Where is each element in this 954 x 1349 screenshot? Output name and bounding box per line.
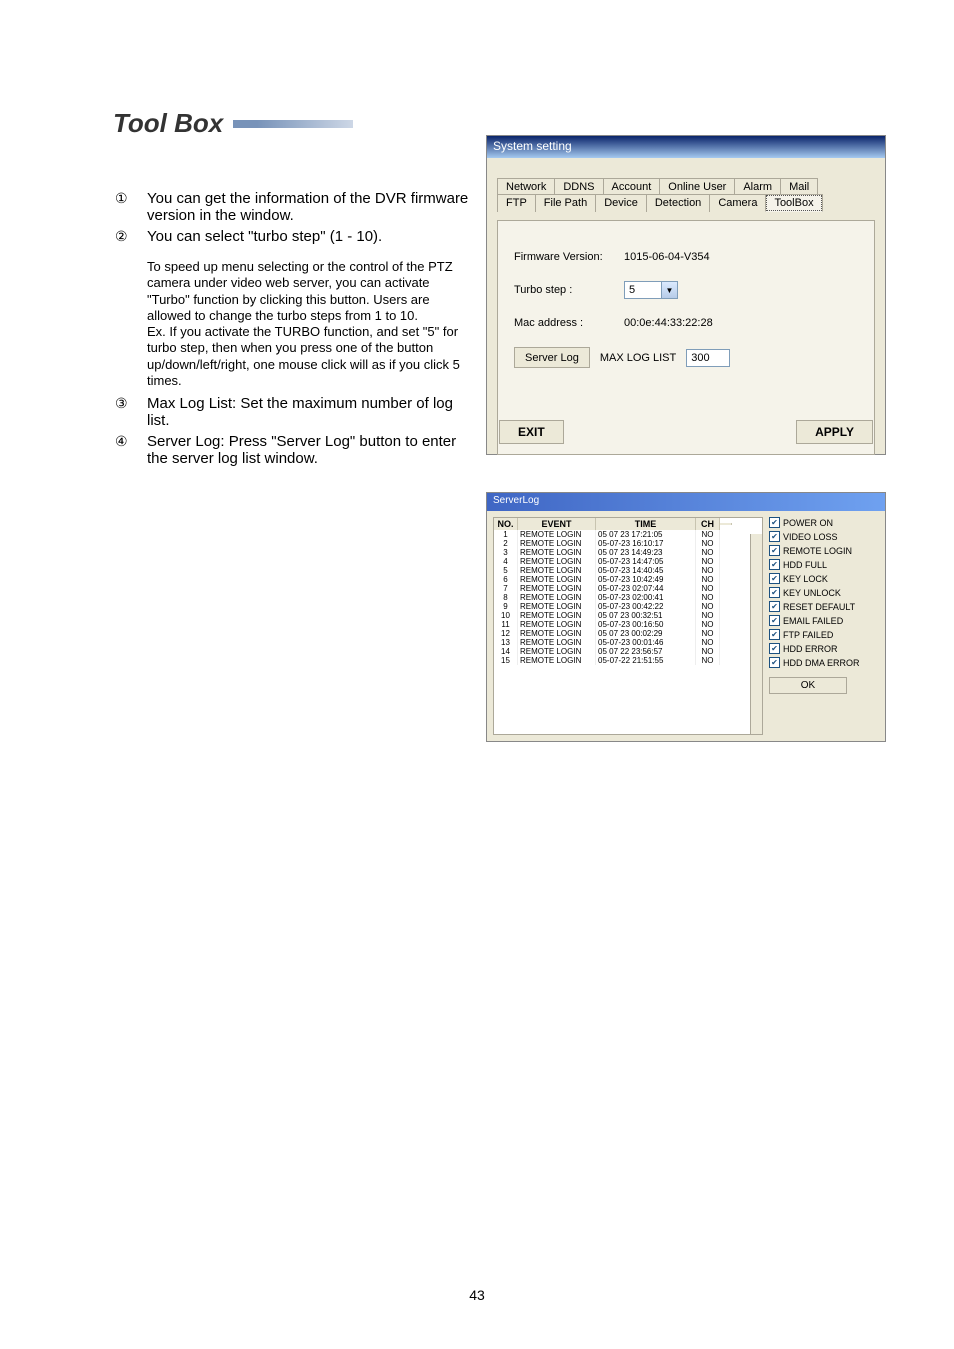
table-row[interactable]: 8REMOTE LOGIN05-07-23 02:00:41NO bbox=[494, 593, 762, 602]
server-log-titlebar: ServerLog bbox=[487, 493, 885, 511]
filter-label: POWER ON bbox=[783, 518, 833, 528]
enum-1: You can get the information of the DVR f… bbox=[147, 190, 475, 224]
turbo-label: Turbo step : bbox=[514, 284, 624, 296]
tab-ftp[interactable]: FTP bbox=[497, 194, 536, 212]
filter-key-lock[interactable]: KEY LOCK bbox=[769, 573, 879, 584]
ok-button[interactable]: OK bbox=[769, 677, 847, 694]
tab-detection[interactable]: Detection bbox=[646, 194, 710, 212]
enum-3: Max Log List: Set the maximum number of … bbox=[147, 395, 475, 429]
table-row[interactable]: 2REMOTE LOGIN05-07-23 16:10:17NO bbox=[494, 539, 762, 548]
checkbox-icon[interactable] bbox=[769, 531, 780, 542]
tab-ddns[interactable]: DDNS bbox=[554, 178, 603, 195]
col-header[interactable]: CH bbox=[696, 518, 720, 530]
server-log-window: ServerLog NO.EVENTTIMECH 1REMOTE LOGIN05… bbox=[486, 492, 886, 742]
filter-hdd-error[interactable]: HDD ERROR bbox=[769, 643, 879, 654]
table-row[interactable]: 3REMOTE LOGIN05 07 23 14:49:23NO bbox=[494, 548, 762, 557]
filter-video-loss[interactable]: VIDEO LOSS bbox=[769, 531, 879, 542]
filter-label: HDD DMA ERROR bbox=[783, 658, 860, 668]
filter-label: EMAIL FAILED bbox=[783, 616, 843, 626]
apply-button[interactable]: APPLY bbox=[796, 420, 873, 444]
checkbox-icon[interactable] bbox=[769, 601, 780, 612]
max-log-list-label: MAX LOG LIST bbox=[600, 352, 676, 364]
filter-label: KEY LOCK bbox=[783, 574, 828, 584]
turbo-step-combo[interactable]: 5 ▼ bbox=[624, 281, 678, 299]
filter-power-on[interactable]: POWER ON bbox=[769, 517, 879, 528]
system-setting-window: System setting NetworkDDNSAccountOnline … bbox=[486, 135, 886, 455]
filter-label: RESET DEFAULT bbox=[783, 602, 855, 612]
table-row[interactable]: 5REMOTE LOGIN05-07-23 14:40:45NO bbox=[494, 566, 762, 575]
checkbox-icon[interactable] bbox=[769, 545, 780, 556]
filter-label: KEY UNLOCK bbox=[783, 588, 841, 598]
filter-label: FTP FAILED bbox=[783, 630, 833, 640]
table-row[interactable]: 1REMOTE LOGIN05 07 23 17:21:05NO bbox=[494, 530, 762, 539]
tab-file-path[interactable]: File Path bbox=[535, 194, 596, 212]
filter-panel: POWER ON VIDEO LOSS REMOTE LOGIN HDD FULL KE… bbox=[769, 517, 879, 735]
checkbox-icon[interactable] bbox=[769, 657, 780, 668]
max-log-list-input[interactable] bbox=[686, 349, 730, 367]
filter-hdd-full[interactable]: HDD FULL bbox=[769, 559, 879, 570]
checkbox-icon[interactable] bbox=[769, 629, 780, 640]
col-header[interactable]: EVENT bbox=[518, 518, 596, 530]
col-header[interactable] bbox=[720, 523, 732, 525]
chevron-down-icon[interactable]: ▼ bbox=[661, 282, 677, 298]
table-row[interactable]: 12REMOTE LOGIN05 07 23 00:02:29NO bbox=[494, 629, 762, 638]
mac-label: Mac address : bbox=[514, 317, 624, 329]
checkbox-icon[interactable] bbox=[769, 643, 780, 654]
filter-label: HDD FULL bbox=[783, 560, 827, 570]
firmware-value: 1015-06-04-V354 bbox=[624, 251, 710, 263]
enum-4: Server Log: Press "Server Log" button to… bbox=[147, 433, 475, 467]
table-row[interactable]: 15REMOTE LOGIN05-07-22 21:51:55NO bbox=[494, 656, 762, 665]
col-header[interactable]: NO. bbox=[494, 518, 518, 530]
tab-camera[interactable]: Camera bbox=[709, 194, 766, 212]
checkbox-icon[interactable] bbox=[769, 559, 780, 570]
server-log-button[interactable]: Server Log bbox=[514, 347, 590, 368]
checkbox-icon[interactable] bbox=[769, 573, 780, 584]
title-decoration bbox=[233, 120, 353, 128]
body-text: ①You can get the information of the DVR … bbox=[115, 190, 475, 471]
table-row[interactable]: 9REMOTE LOGIN05-07-23 00:42:22NO bbox=[494, 602, 762, 611]
tab-toolbox[interactable]: ToolBox bbox=[765, 194, 822, 212]
log-table: NO.EVENTTIMECH 1REMOTE LOGIN05 07 23 17:… bbox=[493, 517, 763, 735]
tab-account[interactable]: Account bbox=[603, 178, 661, 195]
checkbox-icon[interactable] bbox=[769, 587, 780, 598]
table-row[interactable]: 4REMOTE LOGIN05-07-23 14:47:05NO bbox=[494, 557, 762, 566]
filter-label: REMOTE LOGIN bbox=[783, 546, 852, 556]
table-row[interactable]: 13REMOTE LOGIN05-07-23 00:01:46NO bbox=[494, 638, 762, 647]
tab-mail[interactable]: Mail bbox=[780, 178, 818, 195]
mac-value: 00:0e:44:33:22:28 bbox=[624, 317, 713, 329]
window-titlebar: System setting bbox=[487, 136, 885, 158]
filter-label: VIDEO LOSS bbox=[783, 532, 838, 542]
firmware-label: Firmware Version: bbox=[514, 251, 624, 263]
filter-remote-login[interactable]: REMOTE LOGIN bbox=[769, 545, 879, 556]
table-row[interactable]: 14REMOTE LOGIN05 07 22 23:56:57NO bbox=[494, 647, 762, 656]
filter-hdd-dma-error[interactable]: HDD DMA ERROR bbox=[769, 657, 879, 668]
tab-online-user[interactable]: Online User bbox=[659, 178, 735, 195]
scrollbar[interactable] bbox=[750, 534, 762, 734]
filter-email-failed[interactable]: EMAIL FAILED bbox=[769, 615, 879, 626]
table-row[interactable]: 6REMOTE LOGIN05-07-23 10:42:49NO bbox=[494, 575, 762, 584]
col-header[interactable]: TIME bbox=[596, 518, 696, 530]
checkbox-icon[interactable] bbox=[769, 615, 780, 626]
filter-key-unlock[interactable]: KEY UNLOCK bbox=[769, 587, 879, 598]
tab-network[interactable]: Network bbox=[497, 178, 555, 195]
filter-reset-default[interactable]: RESET DEFAULT bbox=[769, 601, 879, 612]
page-title: Tool Box bbox=[113, 108, 223, 139]
tab-alarm[interactable]: Alarm bbox=[734, 178, 781, 195]
table-row[interactable]: 7REMOTE LOGIN05-07-23 02:07:44NO bbox=[494, 584, 762, 593]
filter-ftp-failed[interactable]: FTP FAILED bbox=[769, 629, 879, 640]
page-number: 43 bbox=[0, 1287, 954, 1303]
table-row[interactable]: 10REMOTE LOGIN05 07 23 00:32:51NO bbox=[494, 611, 762, 620]
turbo-step-value: 5 bbox=[625, 284, 661, 296]
table-row[interactable]: 11REMOTE LOGIN05-07-23 00:16:50NO bbox=[494, 620, 762, 629]
enum-2: You can select "turbo step" (1 - 10). bbox=[147, 228, 475, 245]
tab-device[interactable]: Device bbox=[595, 194, 647, 212]
exit-button[interactable]: EXIT bbox=[499, 420, 564, 444]
filter-label: HDD ERROR bbox=[783, 644, 838, 654]
paragraph: To speed up menu selecting or the contro… bbox=[147, 259, 475, 389]
checkbox-icon[interactable] bbox=[769, 517, 780, 528]
tabs: NetworkDDNSAccountOnline UserAlarmMail FT… bbox=[497, 178, 875, 212]
